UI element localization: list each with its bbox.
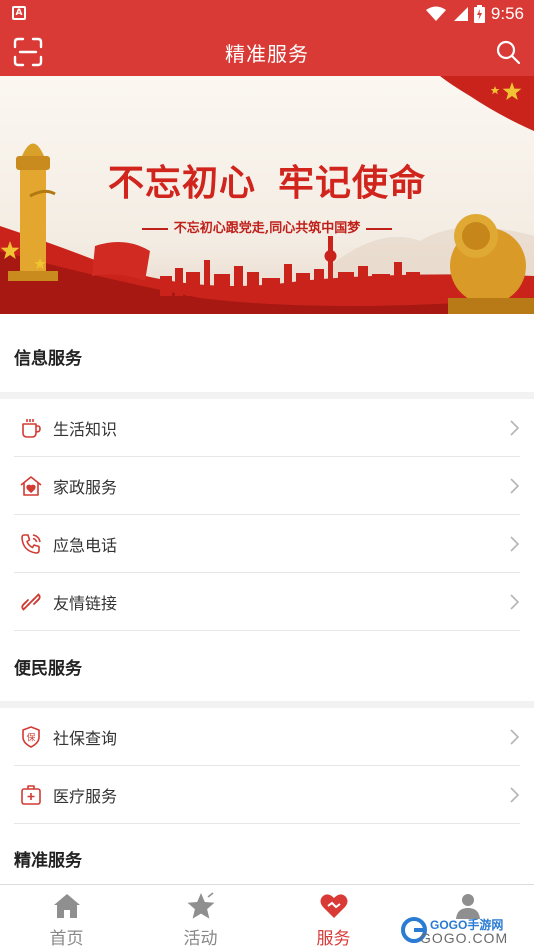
nav-label: 首页 (49, 929, 84, 949)
notification-app-icon: A (12, 6, 26, 20)
status-bar: A 9:56 (0, 0, 534, 28)
status-icons: 9:56 (425, 4, 524, 24)
list-item-housekeeping[interactable]: 家政服务 (0, 457, 534, 515)
home-icon (53, 894, 80, 918)
chevron-right-icon (510, 787, 520, 803)
section-title: 精准服务 (14, 851, 82, 871)
banner-title-part2: 牢记使命 (278, 162, 427, 204)
page-title: 精准服务 (225, 42, 309, 66)
search-icon (496, 40, 521, 65)
search-button[interactable] (494, 38, 522, 66)
section-title: 信息服务 (14, 349, 82, 369)
list-item-friendly-links[interactable]: 友情链接 (0, 573, 534, 631)
banner-subtitle-row: 不忘初心跟党走,同心共筑中国梦 (0, 217, 534, 236)
wifi-icon (425, 6, 446, 21)
list-item-label: 家政服务 (53, 478, 118, 497)
banner-title: 不忘初心 牢记使命 (0, 154, 534, 206)
watermark: GOGO手游网 GOGO.COM (400, 913, 528, 947)
nav-label: 服务 (316, 929, 351, 949)
nav-home[interactable]: 首页 (0, 885, 133, 950)
battery-icon (473, 5, 485, 23)
chevron-right-icon (510, 478, 520, 494)
section-title: 便民服务 (14, 659, 82, 679)
list-item-label: 医疗服务 (53, 787, 118, 806)
subtitle-dash-right (366, 227, 393, 230)
cup-icon (22, 419, 41, 438)
list-item-social-security[interactable]: 保 社保查询 (0, 708, 534, 766)
list-item-label: 生活知识 (53, 420, 118, 439)
section-gap (0, 701, 534, 708)
heart-icon (320, 894, 347, 918)
section-gap (0, 392, 534, 399)
phone-icon (21, 534, 41, 554)
banner-title-part1: 不忘初心 (107, 162, 256, 204)
section-header-convenience: 便民服务 (0, 631, 534, 701)
screen: A 9:56 精准服务 不忘初心 牢记使命 不忘初心跟党走,同心共筑中国梦 信息… (0, 0, 534, 950)
app-bar: 精准服务 (0, 28, 534, 76)
section-header-precise: 精准服务 (0, 824, 534, 884)
subtitle-dash-left (141, 227, 168, 230)
list-item-emergency-phone[interactable]: 应急电话 (0, 515, 534, 573)
list-item-label: 社保查询 (53, 729, 118, 748)
clock: 9:56 (490, 4, 524, 23)
watermark-sub: GOGO.COM (420, 930, 509, 946)
section-header-info: 信息服务 (0, 314, 534, 392)
list-item-life-knowledge[interactable]: 生活知识 (0, 399, 534, 457)
banner-subtitle: 不忘初心跟党走,同心共筑中国梦 (173, 221, 361, 236)
banner[interactable]: 不忘初心 牢记使命 不忘初心跟党走,同心共筑中国梦 (0, 76, 534, 314)
nav-service[interactable]: 服务 (267, 885, 400, 950)
list-item-label: 应急电话 (53, 536, 118, 555)
nav-label: 活动 (183, 929, 218, 949)
shield-icon: 保 (22, 726, 40, 748)
nav-activity[interactable]: 活动 (134, 885, 267, 950)
home-heart-icon (20, 476, 42, 496)
star-icon (187, 892, 214, 919)
chevron-right-icon (510, 536, 520, 552)
signal-icon (453, 7, 468, 21)
chevron-right-icon (510, 594, 520, 610)
svg-text:保: 保 (26, 732, 35, 744)
list-item-medical-service[interactable]: 医疗服务 (0, 766, 534, 824)
link-icon (21, 593, 41, 611)
chevron-right-icon (510, 420, 520, 436)
list-item-label: 友情链接 (53, 594, 118, 613)
medical-kit-icon (21, 785, 41, 805)
chevron-right-icon (510, 729, 520, 745)
